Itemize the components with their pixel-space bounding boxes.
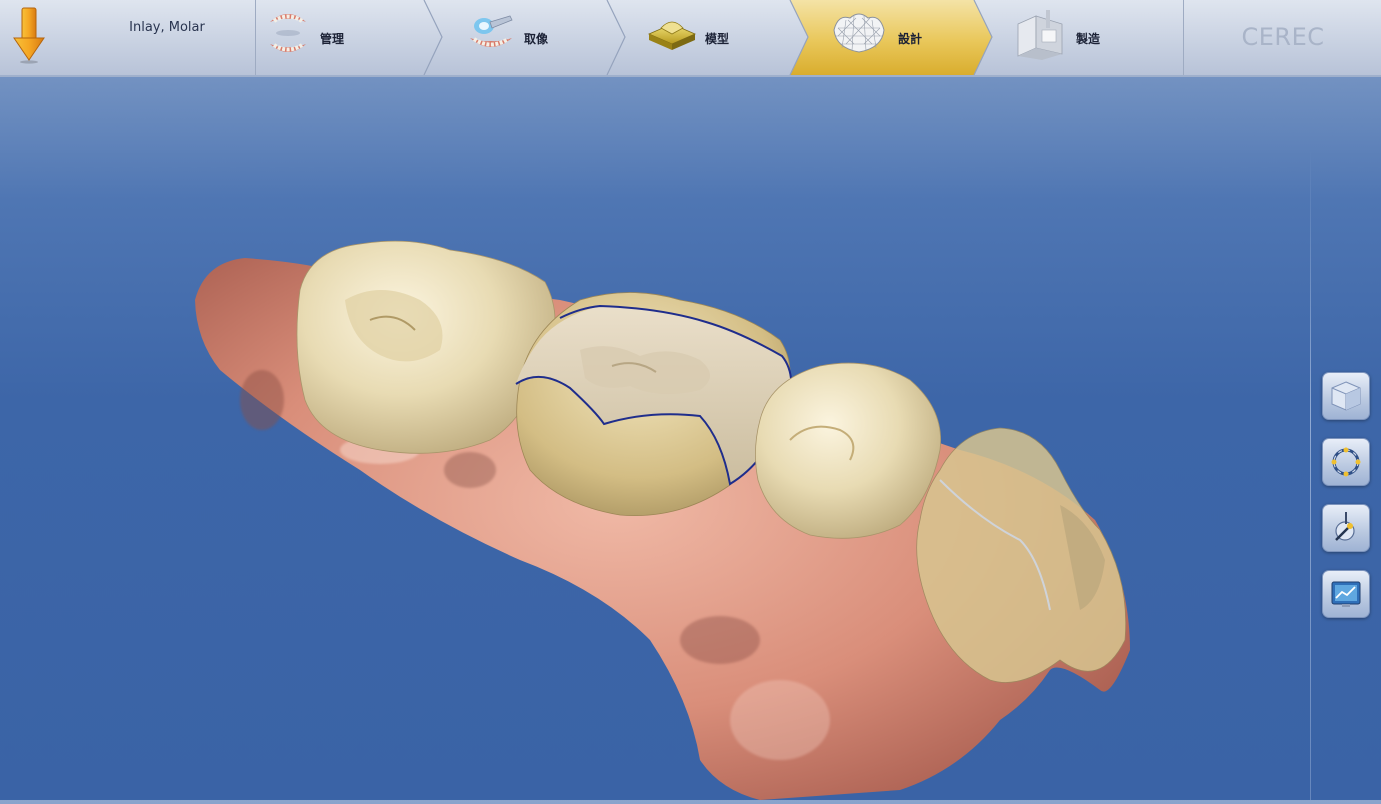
- step-admin-label: 管理: [320, 32, 345, 46]
- step-design[interactable]: 設計: [808, 0, 974, 75]
- rotate-button[interactable]: [1322, 438, 1370, 486]
- cube-icon: [1331, 381, 1361, 411]
- side-toolbar: [1322, 372, 1370, 636]
- step-manufacture[interactable]: 製造: [992, 0, 1182, 75]
- step-design-label: 設計: [898, 32, 923, 46]
- screenshot-button[interactable]: [1322, 570, 1370, 618]
- workflow-toolbar: Inlay, Molar 管理 取像 模型 設計 製造 CEREC: [0, 0, 1381, 77]
- job-type-label: Inlay, Molar: [129, 20, 205, 35]
- step-acquisition-label: 取像: [524, 32, 549, 46]
- step-manufacture-label: 製造: [1076, 32, 1101, 46]
- monitor-chart-icon: [1331, 581, 1361, 607]
- orange-down-arrow-icon: [13, 7, 45, 64]
- step-admin[interactable]: 管理: [256, 0, 424, 75]
- job-panel[interactable]: Inlay, Molar: [0, 0, 256, 75]
- step-model[interactable]: 模型: [625, 0, 790, 75]
- rotate-ring-icon: [1331, 447, 1361, 477]
- step-model-label: 模型: [705, 32, 730, 46]
- premolar: [755, 362, 941, 539]
- brand-panel: CEREC: [1183, 0, 1381, 75]
- probe-tool-icon: [1335, 512, 1355, 541]
- scan-camera-icon: [470, 15, 513, 47]
- milling-unit-icon: [1017, 10, 1063, 60]
- crown-wireframe-icon: [833, 13, 885, 53]
- jaw-arches-icon: [270, 14, 306, 52]
- view-options-button[interactable]: [1322, 372, 1370, 420]
- side-rail-divider: [1310, 150, 1311, 800]
- tools-button[interactable]: [1322, 504, 1370, 552]
- model-die-icon: [647, 21, 697, 50]
- dental-model-3d[interactable]: [0, 77, 1310, 800]
- step-acquisition[interactable]: 取像: [442, 0, 607, 75]
- workflow-steps: 管理 取像 模型 設計 製造: [256, 0, 1184, 75]
- model-viewport[interactable]: [0, 77, 1310, 800]
- cerec-logo: CEREC: [1241, 23, 1325, 51]
